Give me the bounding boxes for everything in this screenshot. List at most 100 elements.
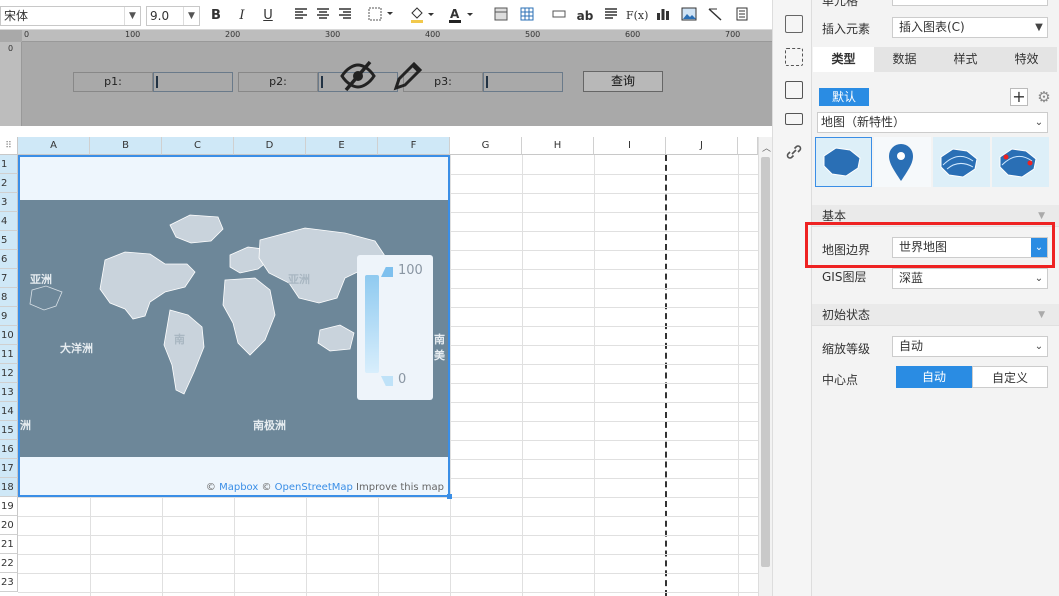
map-thumb-flow-points[interactable] [992, 137, 1049, 187]
row-header[interactable]: 8 [0, 288, 18, 307]
column-header[interactable]: F [378, 137, 450, 155]
spreadsheet-grid[interactable]: ⠿ A B C D E F G H I J 1 2 3 4 5 6 7 8 9 … [0, 137, 758, 596]
paragraph-icon[interactable] [602, 7, 620, 25]
row-header[interactable]: 23 [0, 573, 18, 592]
collapse-icon[interactable]: ▼ [1038, 304, 1045, 326]
chevron-down-icon[interactable]: ⌄ [1031, 337, 1047, 356]
legend-min-handle[interactable] [381, 376, 393, 386]
gis-layer-select[interactable]: 深蓝 ⌄ [892, 268, 1048, 289]
cell-element-icon[interactable] [785, 15, 803, 33]
column-header[interactable]: D [234, 137, 306, 155]
text-field-icon[interactable] [550, 7, 568, 25]
column-header[interactable]: E [306, 137, 378, 155]
row-header[interactable]: 1 [0, 155, 18, 174]
section-initial-state[interactable]: 初始状态 ▼ [812, 304, 1059, 326]
formula-button[interactable]: F(x) [626, 7, 648, 25]
merge-cells-icon[interactable] [492, 7, 510, 25]
cell-top-select[interactable] [892, 0, 1048, 6]
query-button[interactable]: 查询 [583, 71, 663, 92]
form-icon[interactable] [733, 7, 751, 25]
tab-type[interactable]: 类型 [813, 47, 874, 72]
range-legend[interactable]: 100 0 [357, 255, 433, 400]
legend-max-handle[interactable] [381, 267, 393, 277]
center-auto-button[interactable]: 自动 [896, 366, 972, 388]
tab-data[interactable]: 数据 [874, 47, 935, 72]
column-header[interactable]: H [522, 137, 594, 155]
table-icon[interactable] [518, 7, 536, 25]
gear-icon[interactable]: ⚙ [1035, 88, 1053, 106]
layout-icon[interactable] [785, 113, 803, 125]
p1-input[interactable] [153, 72, 233, 92]
chevron-down-icon[interactable]: ⌄ [1031, 269, 1047, 288]
column-header-empty[interactable] [738, 137, 758, 155]
chart-type-select[interactable]: 地图（新特性） ⌄ [817, 112, 1048, 133]
scrollbar-thumb[interactable] [761, 157, 770, 567]
row-header[interactable]: 6 [0, 250, 18, 269]
row-header[interactable]: 19 [0, 497, 18, 516]
map-thumb-flow[interactable] [933, 137, 990, 187]
tab-effects[interactable]: 特效 [996, 47, 1057, 72]
column-header[interactable]: A [18, 137, 90, 155]
text-color-icon[interactable]: A [447, 7, 477, 25]
align-left-icon[interactable] [292, 7, 310, 25]
widget-icon[interactable] [785, 81, 803, 99]
chevron-down-icon[interactable]: ▼ [124, 7, 140, 25]
row-header[interactable]: 21 [0, 535, 18, 554]
ab-text-button[interactable]: ab [576, 7, 594, 25]
row-header[interactable]: 12 [0, 364, 18, 383]
column-header[interactable]: J [666, 137, 738, 155]
row-header[interactable]: 10 [0, 326, 18, 345]
row-header[interactable]: 17 [0, 459, 18, 478]
select-all-corner[interactable]: ⠿ [0, 137, 18, 155]
resize-handle[interactable] [447, 494, 452, 499]
slash-line-icon[interactable] [706, 7, 724, 25]
row-header[interactable]: 9 [0, 307, 18, 326]
chevron-down-icon[interactable]: ▼ [183, 7, 199, 25]
chevron-down-icon[interactable]: ▼ [1031, 18, 1047, 37]
underline-button[interactable]: U [259, 7, 277, 25]
column-header[interactable]: B [90, 137, 162, 155]
border-icon[interactable] [367, 7, 397, 25]
row-header[interactable]: 15 [0, 421, 18, 440]
bold-button[interactable]: B [207, 7, 225, 25]
font-family-select[interactable]: 宋体 ▼ [0, 6, 141, 26]
row-header[interactable]: 22 [0, 554, 18, 573]
openstreetmap-link[interactable]: OpenStreetMap [275, 482, 353, 493]
row-header[interactable]: 14 [0, 402, 18, 421]
row-header[interactable]: 4 [0, 212, 18, 231]
map-thumb-point[interactable] [874, 137, 931, 187]
column-header[interactable]: G [450, 137, 522, 155]
column-header[interactable]: I [594, 137, 666, 155]
map-chart[interactable]: 亚洲 大洋洲 南极洲 亚洲 洲 南美 南 100 0 © Mapbox © Op… [18, 155, 452, 499]
column-header[interactable]: C [162, 137, 234, 155]
insert-element-select[interactable]: 插入图表(C) ▼ [892, 17, 1048, 38]
row-header[interactable]: 7 [0, 269, 18, 288]
image-icon[interactable] [680, 7, 698, 25]
add-icon[interactable]: + [1010, 88, 1028, 106]
row-header[interactable]: 18 [0, 478, 18, 497]
vertical-scrollbar[interactable]: ︿ [758, 137, 772, 596]
zoom-level-select[interactable]: 自动 ⌄ [892, 336, 1048, 357]
pencil-edit-icon[interactable] [392, 60, 424, 95]
tab-style[interactable]: 样式 [935, 47, 996, 72]
font-size-select[interactable]: 9.0 ▼ [146, 6, 200, 26]
row-header[interactable]: 5 [0, 231, 18, 250]
row-header[interactable]: 2 [0, 174, 18, 193]
row-header[interactable]: 20 [0, 516, 18, 535]
p3-input[interactable] [483, 72, 563, 92]
align-center-icon[interactable] [314, 7, 332, 25]
eye-hidden-icon[interactable] [340, 60, 376, 95]
center-custom-button[interactable]: 自定义 [972, 366, 1048, 388]
row-header[interactable]: 3 [0, 193, 18, 212]
map-thumb-area[interactable] [815, 137, 872, 187]
italic-button[interactable]: I [233, 7, 251, 25]
improve-map-link[interactable]: Improve this map [356, 482, 444, 493]
scroll-up-icon[interactable]: ︿ [762, 141, 771, 154]
default-button[interactable]: 默认 [819, 88, 869, 106]
link-icon[interactable] [785, 143, 803, 164]
align-right-icon[interactable] [336, 7, 354, 25]
row-header[interactable]: 13 [0, 383, 18, 402]
fill-color-icon[interactable] [408, 7, 438, 25]
chevron-down-icon[interactable]: ⌄ [1031, 113, 1047, 132]
world-map[interactable]: 亚洲 大洋洲 南极洲 亚洲 洲 南美 南 100 0 [20, 200, 448, 457]
